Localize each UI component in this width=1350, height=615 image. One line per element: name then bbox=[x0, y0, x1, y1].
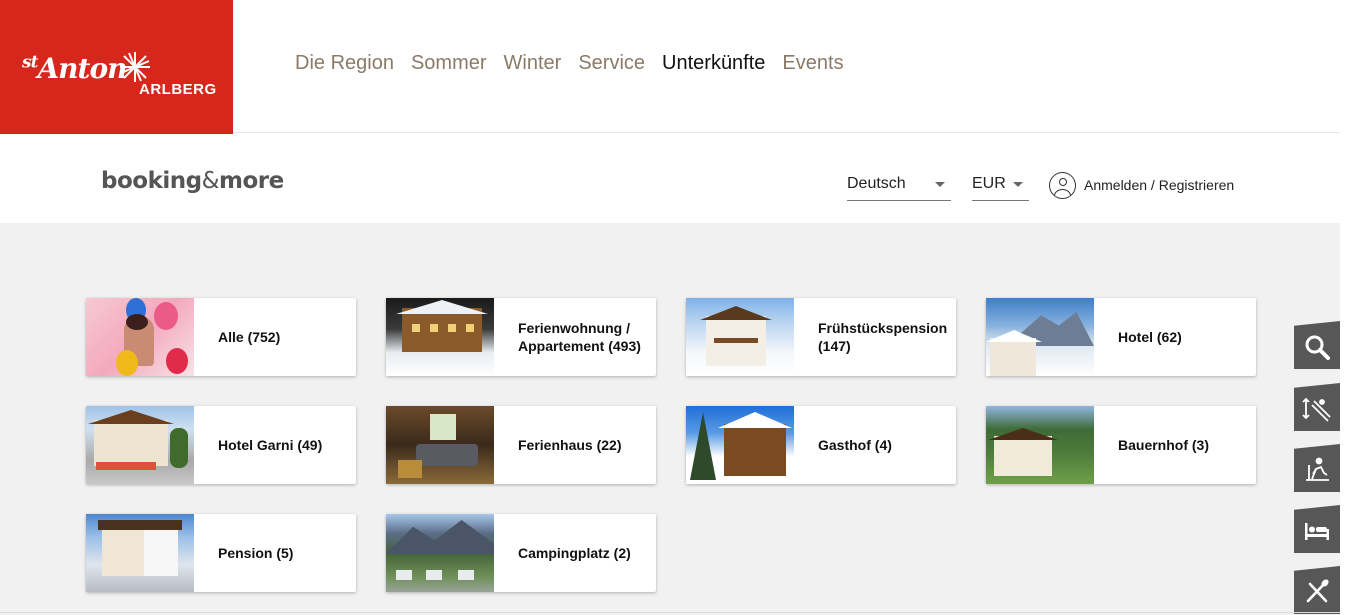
accommodation-button[interactable] bbox=[1294, 505, 1340, 553]
gasthof-winter-photo bbox=[686, 406, 794, 484]
category-label: Campingplatz (2) bbox=[518, 545, 631, 561]
nav-service[interactable]: Service bbox=[578, 50, 645, 76]
logo-arlberg-text: ARLBERG bbox=[139, 81, 217, 98]
category-label: Gasthof (4) bbox=[818, 437, 892, 453]
language-select[interactable]: Deutsch bbox=[847, 171, 951, 201]
category-card-hotel[interactable]: Hotel (62) bbox=[986, 298, 1256, 376]
pension-photo bbox=[86, 514, 194, 592]
category-card-alle[interactable]: Alle (752) bbox=[86, 298, 356, 376]
category-label: Hotel Garni (49) bbox=[218, 437, 323, 453]
farmhouse-photo bbox=[986, 406, 1094, 484]
search-button[interactable] bbox=[1294, 321, 1340, 369]
campsite-photo bbox=[386, 514, 494, 592]
logo-star-icon bbox=[118, 50, 152, 84]
logo-wordmark: stAnton bbox=[22, 52, 128, 85]
skiing-icon bbox=[1306, 457, 1329, 481]
language-value: Deutsch bbox=[847, 175, 906, 192]
category-card-bauernhof[interactable]: Bauernhof (3) bbox=[986, 406, 1256, 484]
balloons-photo bbox=[86, 298, 194, 376]
search-icon bbox=[1305, 335, 1330, 360]
category-grid: Alle (752) Ferienwohnung / Appartement (… bbox=[0, 223, 1340, 615]
category-card-gasthof[interactable]: Gasthof (4) bbox=[686, 406, 956, 484]
hotel-garni-photo bbox=[86, 406, 194, 484]
ski-slope-icon bbox=[1302, 397, 1331, 422]
category-label: Bauernhof (3) bbox=[1118, 437, 1209, 453]
category-label: Hotel (62) bbox=[1118, 329, 1182, 345]
site-header: stAnton ARLBERG Die Region Sommer Winter… bbox=[0, 0, 1340, 168]
nav-events[interactable]: Events bbox=[782, 50, 843, 76]
category-label: Pension (5) bbox=[218, 545, 294, 561]
category-label: Ferienwohnung / Appartement (493) bbox=[518, 320, 641, 354]
chevron-down-icon bbox=[935, 182, 945, 187]
booking-and-more-logo[interactable]: booking&more bbox=[101, 168, 284, 194]
divider bbox=[0, 612, 1340, 613]
category-card-fruehstueckspension[interactable]: Frühstückspension (147) bbox=[686, 298, 956, 376]
bed-icon bbox=[1305, 523, 1329, 540]
livingroom-photo bbox=[386, 406, 494, 484]
main-nav: Die Region Sommer Winter Service Unterkü… bbox=[295, 50, 861, 76]
nav-die-region[interactable]: Die Region bbox=[295, 50, 394, 76]
login-register-link[interactable]: Anmelden / Registrieren bbox=[1049, 171, 1234, 199]
category-card-campingplatz[interactable]: Campingplatz (2) bbox=[386, 514, 656, 592]
hotel-mountain-photo bbox=[986, 298, 1094, 376]
nav-winter[interactable]: Winter bbox=[504, 50, 562, 76]
chalet-winter-photo bbox=[386, 298, 494, 376]
page: stAnton ARLBERG Die Region Sommer Winter… bbox=[0, 0, 1350, 615]
logo-st-text: st bbox=[22, 52, 38, 73]
ski-slopes-button[interactable] bbox=[1294, 383, 1340, 431]
currency-select[interactable]: EUR bbox=[972, 171, 1029, 201]
login-register-label: Anmelden / Registrieren bbox=[1084, 177, 1235, 193]
user-icon bbox=[1049, 171, 1076, 199]
bm-logo-amp: & bbox=[201, 168, 220, 194]
bm-logo-booking: booking bbox=[101, 168, 202, 194]
nav-sommer[interactable]: Sommer bbox=[411, 50, 487, 76]
category-label: Alle (752) bbox=[218, 329, 281, 345]
nav-unterkuenfte[interactable]: Unterkünfte bbox=[662, 50, 765, 76]
category-card-hotel-garni[interactable]: Hotel Garni (49) bbox=[86, 406, 356, 484]
ski-school-button[interactable] bbox=[1294, 444, 1340, 492]
category-card-ferienhaus[interactable]: Ferienhaus (22) bbox=[386, 406, 656, 484]
cutlery-icon bbox=[1306, 579, 1329, 603]
booking-bar: booking&more Deutsch EUR Anmelden / Regi… bbox=[0, 134, 1340, 223]
currency-value: EUR bbox=[972, 175, 1006, 192]
category-card-pension[interactable]: Pension (5) bbox=[86, 514, 356, 592]
logo-anton-text: Anton bbox=[37, 52, 127, 85]
gastronomy-button[interactable] bbox=[1294, 566, 1340, 614]
bm-logo-more: more bbox=[219, 168, 284, 194]
guesthouse-winter-photo bbox=[686, 298, 794, 376]
category-label: Ferienhaus (22) bbox=[518, 437, 622, 453]
chevron-down-icon bbox=[1013, 182, 1023, 187]
category-label: Frühstückspension (147) bbox=[818, 320, 948, 354]
category-card-ferienwohnung[interactable]: Ferienwohnung / Appartement (493) bbox=[386, 298, 656, 376]
